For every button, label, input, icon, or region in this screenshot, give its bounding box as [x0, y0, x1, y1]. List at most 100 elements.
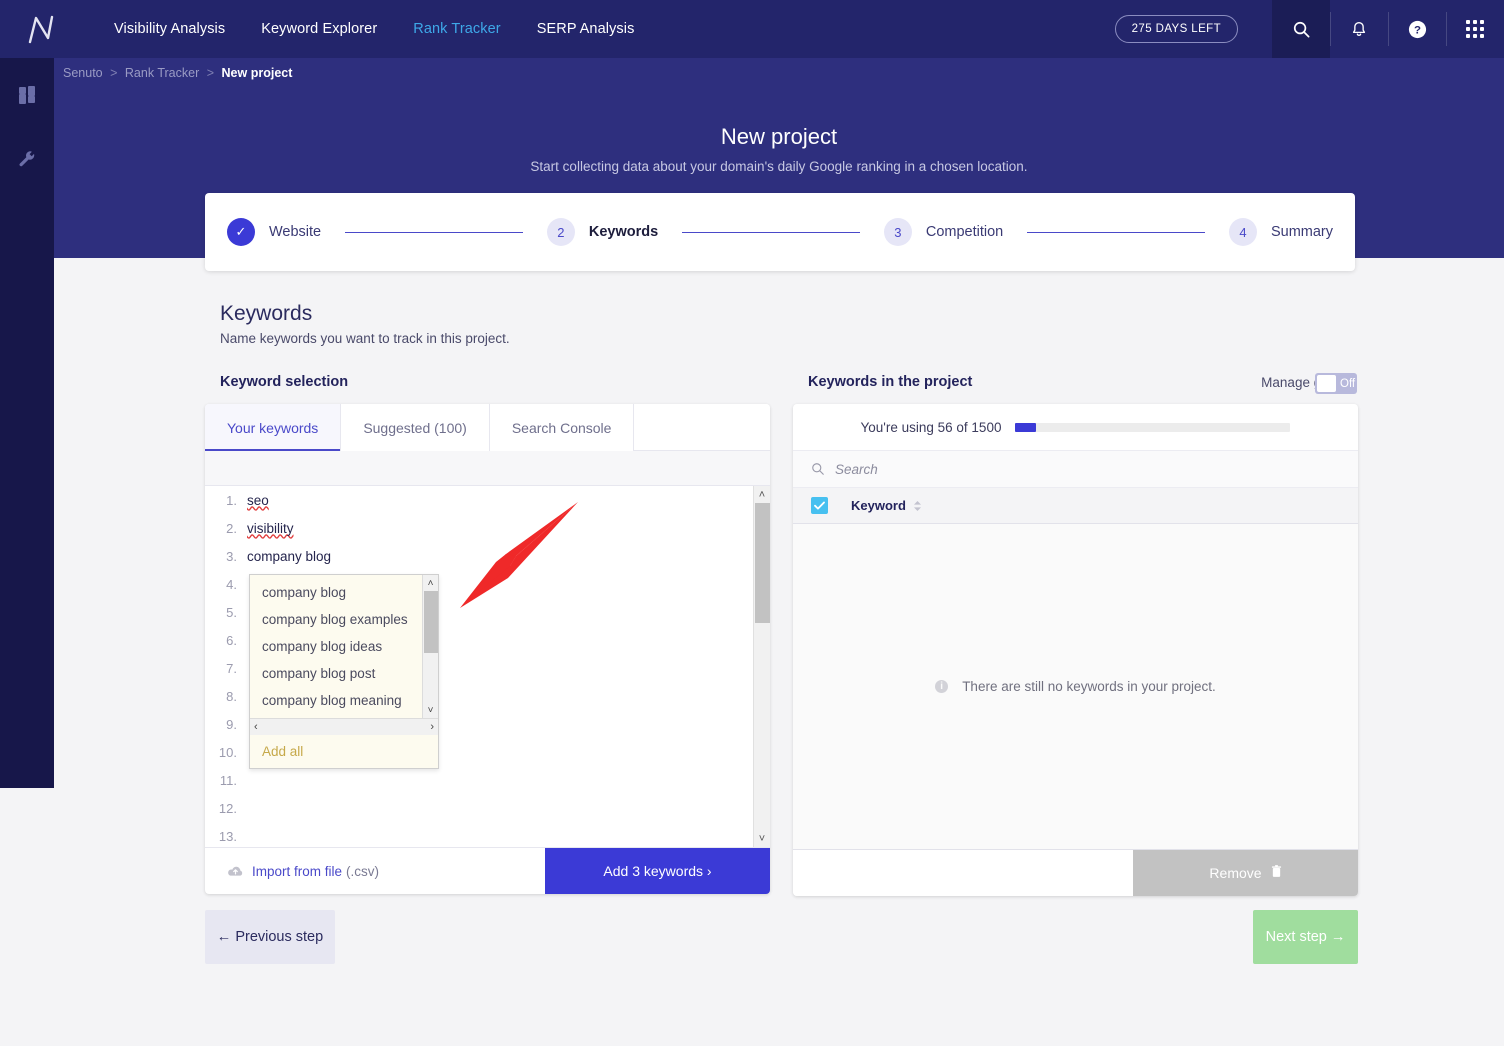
keyword-row[interactable]: 12. — [205, 794, 748, 822]
scroll-right-icon[interactable]: › — [430, 721, 434, 733]
dashboard-grid-glyph — [19, 86, 35, 104]
toggle-knob — [1317, 375, 1336, 392]
row-number: 13. — [218, 828, 237, 844]
nav-item-serp-analysis[interactable]: SERP Analysis — [519, 21, 653, 37]
breadcrumb-section[interactable]: Rank Tracker — [125, 66, 199, 80]
keyword-row[interactable]: 2. visibility — [205, 514, 748, 542]
previous-step-button[interactable]: ← Previous step — [205, 910, 335, 964]
scroll-down-icon[interactable]: ˅ — [754, 830, 771, 847]
keyword-selection-heading: Keyword selection — [220, 374, 349, 390]
add-all-link[interactable]: Add all — [250, 735, 438, 768]
scroll-thumb[interactable] — [423, 591, 438, 653]
keyword-row[interactable]: 13. — [205, 822, 748, 847]
manage-groups-toggle[interactable]: Off — [1315, 373, 1357, 394]
scroll-thumb[interactable] — [754, 503, 770, 623]
trash-glyph — [1271, 865, 1281, 877]
row-number: 1. — [226, 492, 237, 508]
autocomplete-option[interactable]: company blog meaning — [250, 687, 438, 714]
row-number: 12. — [218, 800, 237, 816]
step-4-label: Summary — [1270, 224, 1334, 240]
main-nav-links: Visibility Analysis Keyword Explorer Ran… — [96, 21, 652, 37]
scroll-up-icon[interactable]: ˄ — [423, 575, 439, 591]
keyword-source-tabs: Your keywords Suggested (100) Search Con… — [205, 404, 770, 451]
wrench-icon[interactable] — [0, 132, 54, 186]
step-summary[interactable]: 4 Summary — [1228, 218, 1334, 246]
cloud-upload-icon — [227, 865, 244, 878]
usage-progress-bar — [1015, 422, 1291, 432]
row-number: 2. — [226, 520, 237, 536]
breadcrumb-root[interactable]: Senuto — [63, 66, 103, 80]
keyword-selection-card: Your keywords Suggested (100) Search Con… — [205, 404, 770, 894]
autocomplete-option[interactable]: company blog — [250, 579, 438, 606]
row-number: 6. — [226, 632, 237, 648]
tab-suggested[interactable]: Suggested (100) — [341, 404, 490, 451]
select-all-checkbox[interactable] — [811, 497, 828, 514]
top-navigation-bar: Visibility Analysis Keyword Explorer Ran… — [0, 0, 1504, 58]
keyword-autocomplete-dropdown[interactable]: company blog company blog examples compa… — [249, 574, 439, 769]
remove-label: Remove — [1209, 865, 1262, 881]
empty-state-text: There are still no keywords in your proj… — [962, 679, 1216, 694]
row-number: 11. — [219, 772, 237, 788]
autocomplete-list-wrap: company blog company blog examples compa… — [250, 575, 438, 718]
tab-content-gap — [205, 451, 770, 486]
keyword-row[interactable]: 1. seo — [205, 486, 748, 514]
autocomplete-option[interactable]: company blog examples — [250, 606, 438, 633]
column-header-keyword[interactable]: Keyword — [851, 498, 906, 513]
help-icon[interactable]: ? — [1388, 0, 1446, 58]
usage-row: You're using 56 of 1500 — [793, 404, 1358, 451]
tab-search-console[interactable]: Search Console — [489, 404, 635, 451]
scroll-track[interactable] — [423, 591, 439, 702]
search-glyph — [1293, 21, 1309, 37]
autocomplete-option[interactable]: company blog post — [250, 660, 438, 687]
tab-your-keywords[interactable]: Your keywords — [205, 404, 342, 451]
nav-item-visibility-analysis[interactable]: Visibility Analysis — [96, 21, 243, 37]
bell-icon[interactable] — [1330, 0, 1388, 58]
bell-glyph — [1352, 21, 1366, 36]
keywords-subheading: Name keywords you want to track in this … — [220, 331, 510, 346]
senuto-logo-icon[interactable] — [14, 0, 68, 58]
row-keyword-text: visibility — [247, 520, 294, 536]
row-number: 7. — [226, 660, 237, 676]
wizard-stepper: ✓ Website 2 Keywords 3 Competition 4 Sum… — [205, 193, 1355, 271]
project-card-footer: Remove — [793, 849, 1358, 896]
next-step-button[interactable]: Next step → — [1253, 910, 1358, 964]
sort-arrows-icon[interactable] — [913, 500, 922, 512]
autocomplete-vertical-scrollbar[interactable]: ˄ ˅ — [422, 575, 438, 718]
autocomplete-option[interactable]: company blog ideas — [250, 633, 438, 660]
check-icon — [814, 501, 825, 510]
search-icon[interactable] — [1272, 0, 1330, 58]
project-search-row[interactable] — [793, 451, 1358, 488]
scroll-down-icon[interactable]: ˅ — [423, 702, 439, 718]
remove-keywords-button[interactable]: Remove — [1133, 850, 1358, 896]
step-website[interactable]: ✓ Website — [227, 218, 321, 246]
left-sidebar-rail — [0, 58, 54, 788]
keyword-area-scrollbar[interactable]: ˄ ˅ — [753, 486, 770, 847]
import-from-file-button[interactable]: Import from file (.csv) — [205, 848, 545, 894]
step-keywords[interactable]: 2 Keywords — [546, 218, 658, 246]
info-icon: i — [935, 680, 949, 693]
step-1-label: Website — [269, 224, 322, 240]
nav-item-rank-tracker[interactable]: Rank Tracker — [395, 21, 518, 37]
scroll-left-icon[interactable]: ‹ — [254, 721, 258, 733]
scroll-track[interactable] — [754, 503, 771, 830]
keywords-in-project-card: You're using 56 of 1500 Keyword i There — [793, 404, 1358, 896]
autocomplete-horizontal-scrollbar[interactable]: ‹ › — [250, 718, 438, 735]
apps-grid-icon[interactable] — [1446, 0, 1504, 58]
trash-icon — [1271, 865, 1282, 881]
row-number: 9. — [226, 716, 237, 732]
add-keywords-button[interactable]: Add 3 keywords › — [545, 848, 770, 894]
step-competition[interactable]: 3 Competition — [883, 218, 1004, 246]
step-connector-1 — [345, 231, 523, 233]
project-search-input[interactable] — [835, 461, 1135, 477]
keyword-row[interactable]: 3. company blog — [205, 542, 748, 570]
keyword-row[interactable]: 11. — [205, 766, 748, 794]
keywords-heading: Keywords — [220, 302, 313, 325]
nav-item-keyword-explorer[interactable]: Keyword Explorer — [243, 21, 395, 37]
step-3-label: Competition — [925, 224, 1004, 240]
dashboard-grid-icon[interactable] — [0, 68, 54, 122]
row-number: 10. — [218, 744, 237, 760]
footer-blank-area — [793, 850, 1133, 896]
scroll-up-icon[interactable]: ˄ — [754, 486, 771, 503]
keyword-input-area[interactable]: 1. seo 2. visibility 3. company blog 4. … — [205, 486, 770, 847]
step-2-circle: 2 — [546, 218, 575, 246]
